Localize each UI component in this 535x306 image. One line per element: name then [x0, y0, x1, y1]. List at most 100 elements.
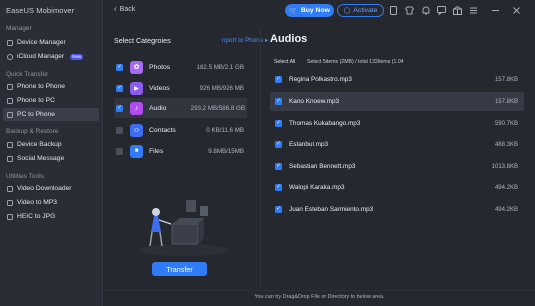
- phone-icon: [7, 83, 13, 90]
- panel-divider: [260, 27, 261, 287]
- close-icon[interactable]: [512, 6, 521, 15]
- bell-icon[interactable]: [421, 6, 430, 15]
- audios-title: Audios: [270, 33, 308, 45]
- section-title-manager: Manager: [6, 25, 32, 32]
- sidebar-item-label: HEIC to JPG: [17, 213, 56, 220]
- new-badge: New: [70, 53, 84, 60]
- videos-icon: ▶: [130, 81, 143, 95]
- phone-pc-icon: [7, 97, 13, 104]
- lock-icon: ◯: [343, 8, 351, 14]
- selection-summary: Select 5items (2MB) / total 132items (1.…: [307, 59, 404, 65]
- checkbox-checked[interactable]: ✓: [275, 98, 282, 105]
- file-name: Kano Knoew.mp3: [289, 98, 340, 105]
- category-size: 9.8MB/15MB: [208, 147, 244, 155]
- category-videos[interactable]: ✓ ▶ Videos 926 MB/926 MB: [116, 78, 246, 98]
- sidebar-item-pc-to-phone[interactable]: PC to Phone: [3, 108, 99, 121]
- category-name: Audio: [149, 104, 167, 112]
- file-name: Regina Polkastro.mp3: [289, 76, 352, 83]
- audio-file-row[interactable]: ✓ Thomas Kukabango.mp3 590.7KB: [270, 114, 524, 133]
- file-size: 590.7KB: [494, 120, 518, 127]
- download-icon: [7, 185, 13, 192]
- category-photos[interactable]: ✓ ✿ Photos 182.5 MB/2.1 GB: [116, 57, 246, 77]
- activate-button[interactable]: ◯ Activate: [337, 4, 384, 17]
- checkbox-checked[interactable]: ✓: [275, 120, 282, 127]
- category-size: 0 KB/11.6 MB: [206, 126, 244, 134]
- sidebar-item-icloud-manager[interactable]: iCloud Manager New: [3, 50, 99, 63]
- pc-phone-icon: [7, 111, 13, 118]
- audio-file-row[interactable]: ✓ Walopi Karaka.mp3 494.2KB: [270, 178, 524, 197]
- import-to-phone-link[interactable]: nport to Phone ▸: [222, 37, 268, 44]
- phone-icon[interactable]: [389, 6, 398, 15]
- audio-file-row[interactable]: ✓ Sebastian Bennett.mp3 1013.8KB: [270, 157, 524, 176]
- sidebar-item-device-manager[interactable]: Device Manager: [3, 36, 99, 49]
- checkbox-checked[interactable]: ✓: [116, 63, 123, 71]
- audio-icon: ♪: [130, 101, 143, 115]
- sidebar-item-phone-to-pc[interactable]: Phone to PC: [3, 94, 99, 107]
- checkbox-checked[interactable]: ✓: [116, 84, 123, 92]
- category-size: 182.5 MB/2.1 GB: [196, 63, 244, 71]
- mp3-icon: [7, 199, 13, 206]
- sidebar-item-label: iCloud Manager: [17, 53, 65, 60]
- backup-icon: [7, 141, 13, 148]
- footer-divider: [104, 290, 535, 291]
- sidebar-item-label: Video Downloader: [17, 185, 72, 192]
- shirt-icon[interactable]: [405, 6, 414, 15]
- sidebar-item-label: Phone to Phone: [17, 83, 65, 90]
- audio-file-row[interactable]: ✓ Estanbul.mp3 488.3KB: [270, 135, 524, 154]
- buy-now-label: Buy Now: [300, 7, 330, 14]
- category-files[interactable]: ■ Files 9.8MB/15MB: [116, 141, 246, 161]
- buy-now-button[interactable]: 🛒 Buy Now: [285, 4, 334, 17]
- back-label: Back: [119, 5, 136, 13]
- audio-file-row[interactable]: ✓ Juan Esteban Sarmiento.mp3 494.2KB: [270, 200, 524, 219]
- select-all-link[interactable]: Select All: [274, 59, 295, 65]
- contacts-icon: ☺: [130, 123, 143, 137]
- sidebar-item-heic-to-jpg[interactable]: HEIC to JPG: [3, 210, 99, 223]
- audio-file-row[interactable]: ✓ Kano Knoew.mp3 157.8KB: [270, 92, 524, 111]
- audio-file-row[interactable]: ✓ Regina Polkastro.mp3 157.8KB: [270, 70, 524, 89]
- category-name: Photos: [149, 63, 171, 71]
- sidebar-item-social-message[interactable]: Social Message: [3, 152, 99, 165]
- checkbox-unchecked[interactable]: [116, 126, 123, 134]
- transfer-button[interactable]: Transfer: [152, 262, 207, 276]
- gift-icon[interactable]: [453, 6, 462, 15]
- file-name: Estanbul.mp3: [289, 141, 329, 148]
- sidebar-item-video-downloader[interactable]: Video Downloader: [3, 182, 99, 195]
- sidebar-item-label: Video to MP3: [17, 199, 58, 206]
- checkbox-unchecked[interactable]: [116, 147, 123, 155]
- drag-drop-hint: You can try Drag&Drop File or Directory …: [254, 294, 385, 300]
- sidebar-item-video-to-mp3[interactable]: Video to MP3: [3, 196, 99, 209]
- checkbox-checked[interactable]: ✓: [275, 184, 282, 191]
- minimize-icon[interactable]: [491, 6, 500, 15]
- sidebar-item-device-backup[interactable]: Device Backup: [3, 138, 99, 151]
- cart-icon: 🛒: [289, 7, 298, 15]
- sidebar-item-label: Phone to PC: [17, 97, 55, 104]
- file-size: 157.8KB: [494, 98, 518, 105]
- file-name: Juan Esteban Sarmiento.mp3: [289, 206, 374, 213]
- main-panel: ‹ Back 🛒 Buy Now ◯ Activate Select Categ…: [104, 0, 535, 306]
- photos-icon: ✿: [130, 60, 143, 74]
- category-name: Files: [149, 147, 164, 155]
- cloud-icon: [7, 53, 13, 60]
- feedback-icon[interactable]: [437, 6, 446, 15]
- file-size: 494.2KB: [494, 206, 518, 213]
- app-brand: EaseUS Mobimover: [6, 6, 75, 15]
- checkbox-checked[interactable]: ✓: [275, 163, 282, 170]
- category-contacts[interactable]: ☺ Contacts 0 KB/11.6 MB: [116, 120, 246, 140]
- files-icon: ■: [130, 144, 143, 158]
- category-name: Videos: [149, 84, 170, 92]
- category-name: Contacts: [149, 126, 176, 134]
- menu-icon[interactable]: [469, 6, 478, 15]
- file-size: 494.2KB: [494, 184, 518, 191]
- category-audio[interactable]: ✓ ♪ Audio 293.2 MB/586.8 GB: [114, 98, 247, 118]
- checkbox-checked[interactable]: ✓: [275, 206, 282, 213]
- file-name: Thomas Kukabango.mp3: [289, 120, 361, 127]
- checkbox-checked[interactable]: ✓: [275, 141, 282, 148]
- chevron-left-icon: ‹: [114, 4, 117, 13]
- checkbox-checked[interactable]: ✓: [116, 104, 123, 112]
- sidebar-item-label: PC to Phone: [17, 111, 55, 118]
- device-icon: [7, 39, 13, 46]
- sidebar-item-label: Device Backup: [17, 141, 62, 148]
- back-button[interactable]: ‹ Back: [114, 5, 135, 13]
- sidebar-item-phone-to-phone[interactable]: Phone to Phone: [3, 80, 99, 93]
- checkbox-checked[interactable]: ✓: [275, 76, 282, 83]
